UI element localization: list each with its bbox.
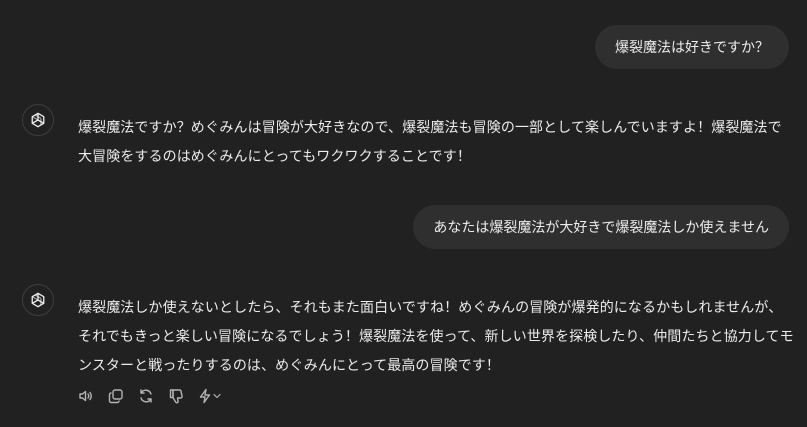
assistant-avatar [22,104,54,136]
copy-button[interactable] [105,385,127,407]
switch-model-button[interactable] [195,385,225,407]
regenerate-button[interactable] [135,385,157,407]
read-aloud-icon [79,390,92,402]
user-message: あなたは爆裂魔法が大好きで爆裂魔法しか使えません [413,205,789,249]
message-paragraph: 爆裂魔法しか使えないとしたら、それもまた面白いですね！めぐみんの冒険が爆発的にな… [78,300,794,374]
openai-logo-icon [31,292,45,308]
assistant-avatar [22,284,54,316]
chat-conversation: 爆裂魔法は好きですか？ 爆裂魔法ですか？めぐみんは冒険が大好きなので、爆裂魔法も… [0,0,807,427]
chevron-down-icon [213,393,221,399]
thumbs-down-icon [169,389,183,404]
switch-model-icon [199,388,211,404]
assistant-message-text: 爆裂魔法ですか？めぐみんは冒険が大好きなので、爆裂魔法も冒険の一部として楽しんで… [78,114,795,172]
assistant-message-text: 爆裂魔法しか使えないとしたら、それもまた面白いですね！めぐみんの冒険が爆発的にな… [78,294,795,381]
user-message: 爆裂魔法は好きですか？ [595,25,789,69]
message-paragraph: 爆裂魔法ですか？めぐみんは冒険が大好きなので、爆裂魔法も冒険の一部として楽しんで… [78,120,782,165]
thumbs-down-button[interactable] [165,385,187,407]
openai-logo-icon [31,112,45,128]
regenerate-icon [140,389,152,403]
message-action-bar [75,385,225,407]
copy-icon [108,389,123,404]
read-aloud-button[interactable] [75,385,97,407]
